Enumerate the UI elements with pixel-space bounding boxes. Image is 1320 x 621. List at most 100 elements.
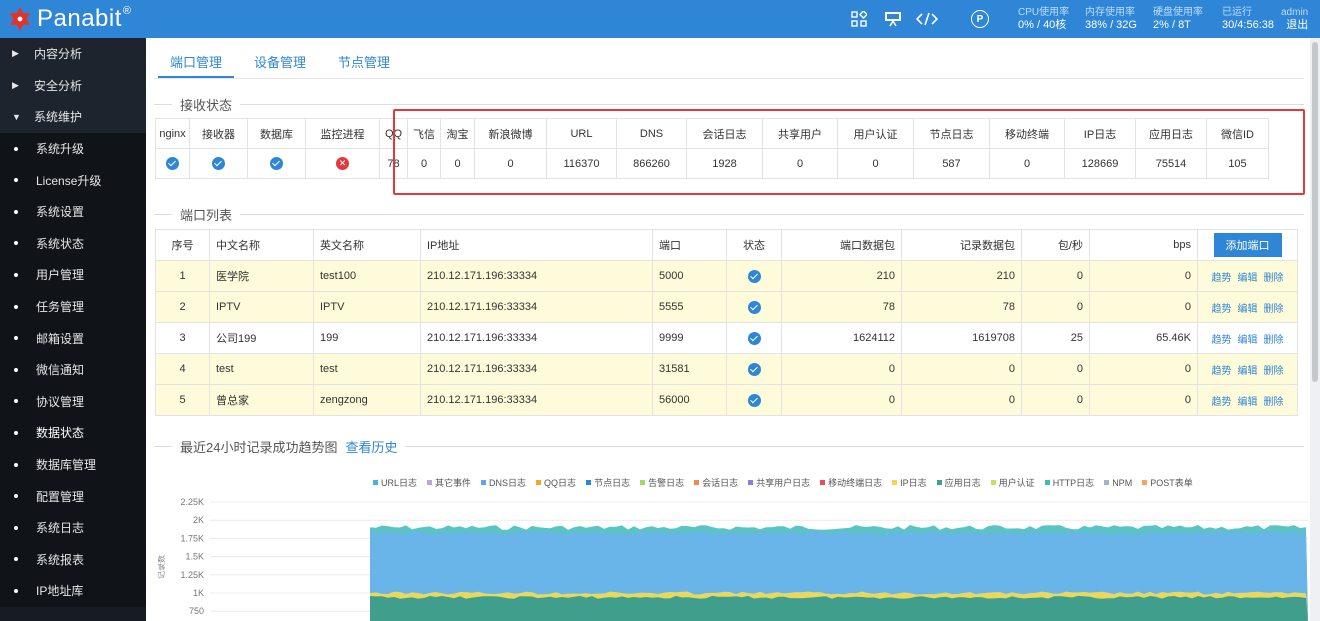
scrollbar[interactable] [1310, 38, 1320, 621]
cell-cn: 医学院 [209, 260, 314, 292]
delete-link[interactable]: 删除 [1264, 366, 1284, 377]
brand-logo[interactable]: Panabit ® [6, 4, 131, 34]
sidebar-item[interactable]: 微信通知 [0, 353, 146, 386]
scrollbar-thumb[interactable] [1312, 42, 1318, 382]
trend-link[interactable]: 趋势 [1212, 397, 1232, 408]
check-circle-icon [212, 157, 225, 170]
sidebar-item[interactable]: 任务管理 [0, 290, 146, 323]
legend-item[interactable]: 应用日志 [936, 476, 981, 489]
edit-link[interactable]: 编辑 [1238, 397, 1258, 408]
delete-link[interactable]: 删除 [1264, 304, 1284, 315]
legend-item[interactable]: 其它事件 [427, 476, 471, 489]
code-icon[interactable] [910, 9, 944, 29]
add-port-button[interactable]: 添加端口 [1213, 233, 1282, 257]
delete-link[interactable]: 删除 [1264, 397, 1284, 408]
legend-item[interactable]: 共享用户日志 [748, 476, 810, 489]
legend-label: IP日志 [900, 478, 927, 488]
receive-header-cell: 数据库 [247, 118, 306, 149]
sidebar-item[interactable]: ▶ 内容分析 [0, 38, 146, 70]
bullet-icon [14, 588, 18, 593]
legend-item[interactable]: QQ日志 [536, 476, 576, 489]
disk-value: 2% / 8T [1153, 19, 1191, 31]
tab-device-management[interactable]: 设备管理 [242, 42, 318, 78]
sidebar-item[interactable]: IP地址库 [0, 575, 146, 607]
legend-item[interactable]: 移动终端日志 [820, 476, 882, 489]
cell-bps: 0 [1089, 291, 1198, 323]
y-tick-label: 1K [193, 588, 204, 598]
ports-section-header: 端口列表 [154, 204, 1304, 224]
legend-item[interactable]: 会话日志 [694, 476, 738, 489]
monitor-icon[interactable] [876, 9, 910, 29]
table-row[interactable]: 3 公司199 199 210.12.171.196:33334 9999 1624112… [155, 322, 1298, 354]
tab-node-management[interactable]: 节点管理 [326, 42, 402, 78]
disk-label: 硬盘使用率 [1153, 7, 1203, 18]
legend-item[interactable]: NPM [1104, 476, 1132, 489]
legend-label: 用户认证 [998, 478, 1035, 488]
legend-swatch [990, 480, 996, 485]
legend-item[interactable]: DNS日志 [481, 476, 526, 489]
sidebar-item[interactable]: 数据状态 [0, 417, 146, 449]
sidebar-item[interactable]: 用户管理 [0, 259, 146, 291]
legend-item[interactable]: POST表单 [1142, 476, 1193, 489]
sidebar-item[interactable]: License升级 [0, 164, 146, 196]
legend-label: 共享用户日志 [756, 478, 811, 488]
apps-icon[interactable] [842, 9, 876, 29]
table-row[interactable]: 1 医学院 test100 210.12.171.196:33334 5000 210 21… [155, 260, 1298, 292]
sidebar-item[interactable]: ▼ 系统维护 [0, 101, 146, 133]
trend-link[interactable]: 趋势 [1212, 304, 1232, 315]
cell-no: 5 [155, 384, 210, 416]
edit-link[interactable]: 编辑 [1238, 304, 1258, 315]
sidebar-item[interactable]: 数据库管理 [0, 448, 146, 481]
legend-item[interactable]: URL日志 [373, 476, 417, 489]
edit-link[interactable]: 编辑 [1238, 335, 1258, 346]
error-circle-icon: ✕ [336, 157, 349, 170]
legend-item[interactable]: 告警日志 [640, 476, 684, 489]
trend-link[interactable]: 趋势 [1212, 273, 1232, 284]
trend-title: 最近24小时记录成功趋势图 [180, 439, 338, 455]
legend-swatch [820, 480, 826, 485]
username[interactable]: admin [1281, 7, 1308, 19]
ports-header-cell: IP地址 [420, 229, 653, 261]
area-series [370, 595, 1308, 621]
legend-item[interactable]: 节点日志 [586, 476, 630, 489]
legend-item[interactable]: HTTP日志 [1044, 476, 1094, 489]
table-row[interactable]: 2 IPTV IPTV 210.12.171.196:33334 5555 78 78 0 0 趋… [155, 291, 1298, 323]
cell-rec: 1619708 [901, 322, 1022, 354]
edit-link[interactable]: 编辑 [1238, 366, 1258, 377]
view-history-link[interactable]: 查看历史 [345, 437, 397, 456]
bullet-icon [14, 146, 18, 151]
receive-header-cell: 监控进程 [305, 118, 380, 149]
table-row[interactable]: 5 曾总家 zengzong 210.12.171.196:33334 56000 0 0 0… [155, 384, 1298, 416]
cell-pkts: 210 [781, 260, 902, 292]
legend-item[interactable]: 用户认证 [990, 476, 1035, 489]
disk-stat: 硬盘使用率 2% / 8T [1153, 7, 1203, 31]
sidebar-item[interactable]: 系统日志 [0, 511, 146, 544]
uptime-stat: 已运行 30/4:56:38 [1222, 7, 1274, 31]
sidebar-item[interactable]: 系统状态 [0, 227, 146, 260]
trend-link[interactable]: 趋势 [1212, 366, 1232, 377]
sidebar-item[interactable]: 系统升级 [0, 132, 146, 165]
p-badge-icon[interactable]: P [971, 10, 989, 28]
legend-label: URL日志 [381, 478, 418, 488]
legend-item[interactable]: IP日志 [892, 476, 927, 489]
delete-link[interactable]: 删除 [1264, 335, 1284, 346]
sidebar-item[interactable]: 系统报表 [0, 543, 146, 576]
sidebar-item-label: 安全分析 [34, 78, 83, 93]
bullet-icon [14, 241, 18, 246]
sidebar-item[interactable]: 邮箱设置 [0, 322, 146, 354]
check-circle-icon [166, 157, 179, 170]
sidebar-item[interactable]: 配置管理 [0, 480, 146, 512]
delete-link[interactable]: 删除 [1264, 273, 1284, 284]
legend-swatch [1044, 480, 1050, 485]
edit-link[interactable]: 编辑 [1238, 273, 1258, 284]
table-row[interactable]: 4 test test 210.12.171.196:33334 31581 0 0 0 0 趋势… [155, 353, 1298, 385]
logout-link[interactable]: 退出 [1281, 19, 1308, 31]
sidebar-item[interactable]: 系统设置 [0, 195, 146, 228]
legend-swatch [1142, 480, 1148, 485]
trend-link[interactable]: 趋势 [1212, 335, 1232, 346]
ports-section-title: 端口列表 [180, 207, 233, 223]
sidebar-item[interactable]: ▶ 安全分析 [0, 69, 146, 102]
check-circle-icon [270, 157, 283, 170]
sidebar-item[interactable]: 协议管理 [0, 385, 146, 418]
tab-port-management[interactable]: 端口管理 [158, 42, 235, 78]
